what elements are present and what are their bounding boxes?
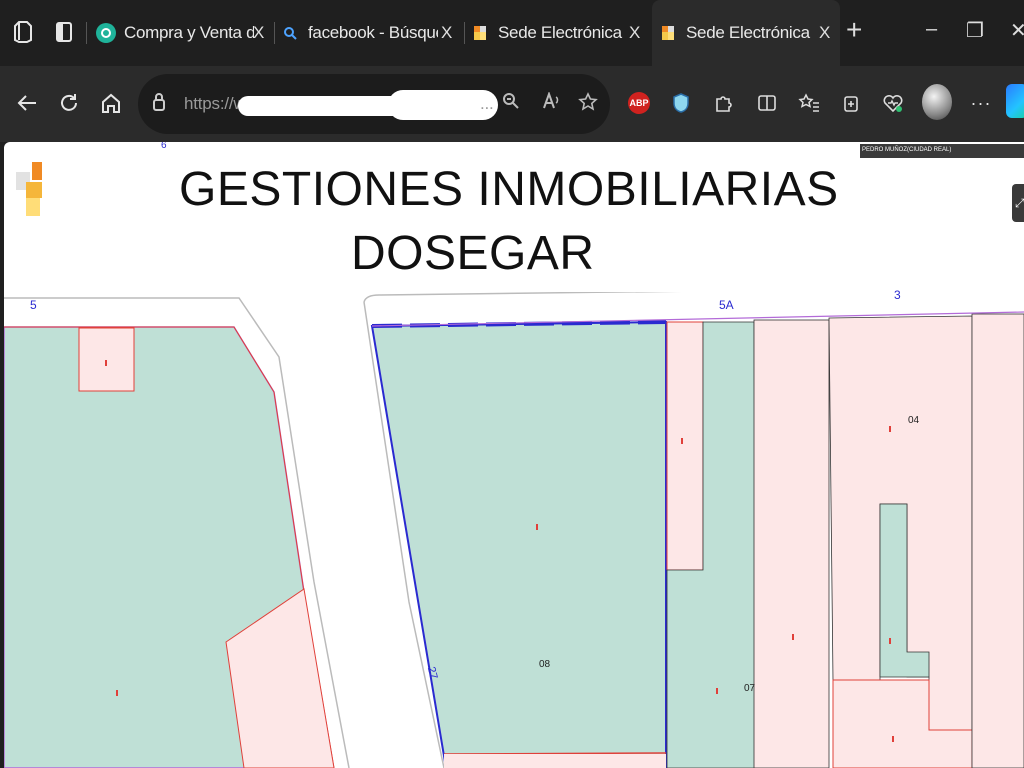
home-icon[interactable] <box>96 88 126 118</box>
copilot-icon[interactable] <box>1006 84 1024 118</box>
search-icon <box>280 23 300 43</box>
parcel-pink-small[interactable] <box>78 327 135 392</box>
parcel-label: 08 <box>539 659 551 670</box>
parcel-marker <box>792 634 794 640</box>
street-number-label: 3 <box>894 288 901 302</box>
tab-sede-catastro-1[interactable]: Sede Electrónica del Cata X <box>470 0 650 66</box>
minimize-button[interactable]: – <box>926 18 937 41</box>
tab-title: Sede Electrónica del Cata <box>686 23 814 42</box>
address-bar[interactable]: https://w ... <box>138 74 610 134</box>
tab-actions-icon[interactable] <box>50 18 78 46</box>
parcel-pink-right[interactable] <box>971 313 1024 768</box>
wallapop-favicon-icon <box>96 23 116 43</box>
parcel-marker <box>116 690 118 696</box>
url-text: https://w <box>184 94 246 113</box>
restore-button[interactable]: ❐ <box>966 18 984 43</box>
parcel-label: 07 <box>744 683 756 694</box>
close-window-button[interactable]: ✕ <box>1010 18 1024 43</box>
catastro-logo <box>16 162 44 218</box>
catastro-favicon-icon <box>658 23 678 43</box>
parcel-08[interactable] <box>370 320 667 768</box>
page-heading-line2: DOSEGAR <box>351 227 595 280</box>
parcel-label: 04 <box>908 415 920 426</box>
zoom-icon[interactable] <box>502 92 520 115</box>
tab-separator <box>274 22 275 44</box>
parcel-marker <box>889 426 891 432</box>
catastro-favicon-icon <box>470 23 490 43</box>
browser-toolbar: https://w ... ABP ··· <box>0 66 1024 142</box>
tab-sede-catastro-active[interactable]: Sede Electrónica del Cata X <box>652 0 840 66</box>
parcel-pink-mid[interactable] <box>753 319 830 768</box>
cadastral-map[interactable] <box>4 292 1024 768</box>
favorites-icon[interactable] <box>794 88 824 118</box>
browser-essentials-icon[interactable] <box>878 88 908 118</box>
new-tab-button[interactable]: + <box>846 14 862 46</box>
split-screen-icon[interactable] <box>752 88 782 118</box>
read-aloud-icon[interactable] <box>542 91 562 115</box>
more-menu-icon[interactable]: ··· <box>966 88 996 118</box>
parcel-pink-bottom[interactable] <box>444 754 666 768</box>
refresh-icon[interactable] <box>54 88 84 118</box>
owner-label: PEDRO MUÑOZ(CIUDAD REAL) <box>860 144 1024 158</box>
parcel-marker <box>889 638 891 644</box>
tab-close-icon[interactable]: X <box>819 23 830 43</box>
url-ellipsis: ... <box>480 94 494 113</box>
page-heading-line1: GESTIONES INMOBILIARIAS <box>179 163 839 216</box>
tab-facebook-search[interactable]: facebook - Búsqueda X <box>280 0 462 66</box>
tab-title: Compra y Venta de Artícu <box>124 23 254 42</box>
favorite-star-icon[interactable] <box>578 92 598 117</box>
expand-icon[interactable]: ⤢ <box>1012 184 1024 222</box>
tab-title: facebook - Búsqueda <box>308 23 438 42</box>
parcel-marker <box>105 360 107 366</box>
tab-close-icon[interactable]: X <box>441 23 452 43</box>
parcel-pink-strip[interactable] <box>666 321 704 571</box>
tab-separator <box>86 22 87 44</box>
adblock-plus-icon[interactable]: ABP <box>624 88 654 118</box>
street-number-label: 5 <box>30 298 37 312</box>
parcel-marker <box>681 438 683 444</box>
tab-title: Sede Electrónica del Cata <box>498 23 626 42</box>
collections-icon[interactable] <box>836 88 866 118</box>
parcel-marker <box>716 688 718 694</box>
parcel-marker <box>536 524 538 530</box>
lock-icon[interactable] <box>152 92 166 117</box>
tab-strip: Compra y Venta de Artícu X facebook - Bú… <box>0 0 1024 66</box>
back-arrow-icon[interactable] <box>12 88 42 118</box>
street-number-label: 5A <box>719 298 734 312</box>
street-number-label: 6 <box>161 142 167 151</box>
extensions-puzzle-icon[interactable] <box>708 88 738 118</box>
tab-compra-venta[interactable]: Compra y Venta de Artícu X <box>92 0 274 66</box>
page-content: 6 5 5A 3 08 07 04 27 GESTIONES INMOBILIA… <box>4 142 1024 768</box>
profile-avatar[interactable] <box>922 84 952 120</box>
parcel-line <box>443 752 667 755</box>
tab-close-icon[interactable]: X <box>629 23 640 43</box>
tab-separator <box>464 22 465 44</box>
workspaces-icon[interactable] <box>10 18 38 46</box>
shield-extension-icon[interactable] <box>666 88 696 118</box>
tab-close-icon[interactable]: X <box>253 23 264 43</box>
parcel-marker <box>892 736 894 742</box>
street-outline-top <box>363 292 682 303</box>
